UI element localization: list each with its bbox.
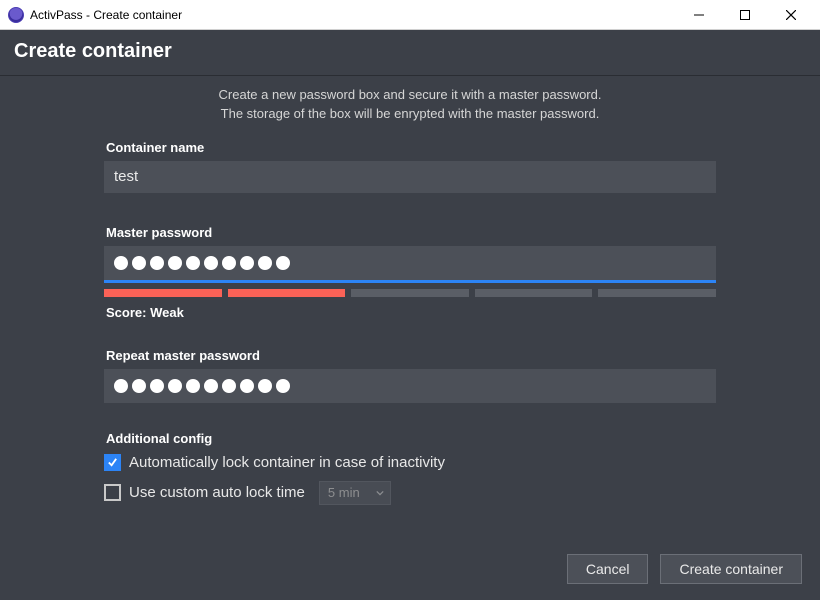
- strength-segment: [228, 289, 346, 297]
- repeat-password-label: Repeat master password: [106, 348, 716, 363]
- repeat-password-input[interactable]: [104, 369, 716, 403]
- password-dot: [150, 379, 164, 393]
- password-dot: [114, 256, 128, 270]
- minimize-button[interactable]: [676, 0, 722, 30]
- password-score: Score: Weak: [106, 305, 716, 320]
- custom-time-row: Use custom auto lock time 5 min: [104, 481, 716, 505]
- intro-text: Create a new password box and secure it …: [20, 86, 800, 124]
- password-dot: [222, 379, 236, 393]
- password-dot: [276, 256, 290, 270]
- password-dot: [114, 379, 128, 393]
- auto-lock-checkbox[interactable]: [104, 454, 121, 471]
- additional-config-label: Additional config: [106, 431, 716, 446]
- maximize-button[interactable]: [722, 0, 768, 30]
- footer-buttons: Cancel Create container: [567, 554, 802, 584]
- select-value: 5 min: [328, 485, 360, 500]
- auto-lock-time-select[interactable]: 5 min: [319, 481, 391, 505]
- master-password-input[interactable]: [104, 246, 716, 280]
- check-icon: [107, 457, 118, 468]
- password-dot: [240, 256, 254, 270]
- password-dot: [132, 256, 146, 270]
- close-button[interactable]: [768, 0, 814, 30]
- custom-time-checkbox[interactable]: [104, 484, 121, 501]
- password-dot: [204, 256, 218, 270]
- strength-segment: [475, 289, 593, 297]
- strength-segment: [104, 289, 222, 297]
- password-dot: [258, 379, 272, 393]
- strength-meter: [104, 289, 716, 297]
- intro-line2: The storage of the box will be enrypted …: [221, 106, 600, 121]
- password-dot: [258, 256, 272, 270]
- password-dot: [240, 379, 254, 393]
- auto-lock-label: Automatically lock container in case of …: [129, 454, 445, 471]
- password-dot: [186, 256, 200, 270]
- intro-line1: Create a new password box and secure it …: [219, 87, 602, 102]
- form: Container name Master password Score: We…: [104, 140, 716, 505]
- score-value: Weak: [150, 305, 184, 320]
- content: Create a new password box and secure it …: [0, 86, 820, 505]
- password-dot: [168, 379, 182, 393]
- page-title: Create container: [0, 30, 820, 76]
- strength-underline: [104, 280, 716, 283]
- maximize-icon: [740, 10, 750, 20]
- password-dot: [204, 379, 218, 393]
- cancel-button[interactable]: Cancel: [567, 554, 649, 584]
- password-dot: [132, 379, 146, 393]
- container-name-label: Container name: [106, 140, 716, 155]
- password-dot: [168, 256, 182, 270]
- close-icon: [786, 10, 796, 20]
- strength-segment: [351, 289, 469, 297]
- minimize-icon: [694, 10, 704, 20]
- password-dot: [222, 256, 236, 270]
- custom-time-label: Use custom auto lock time: [129, 484, 305, 501]
- password-dot: [276, 379, 290, 393]
- auto-lock-row: Automatically lock container in case of …: [104, 454, 716, 471]
- app-icon: [8, 7, 24, 23]
- window-title: ActivPass - Create container: [30, 8, 182, 22]
- strength-segment: [598, 289, 716, 297]
- create-container-button[interactable]: Create container: [660, 554, 802, 584]
- master-password-label: Master password: [106, 225, 716, 240]
- chevron-down-icon: [376, 485, 384, 500]
- titlebar: ActivPass - Create container: [0, 0, 820, 30]
- password-dot: [186, 379, 200, 393]
- password-dot: [150, 256, 164, 270]
- score-prefix: Score:: [106, 305, 150, 320]
- container-name-input[interactable]: [104, 161, 716, 193]
